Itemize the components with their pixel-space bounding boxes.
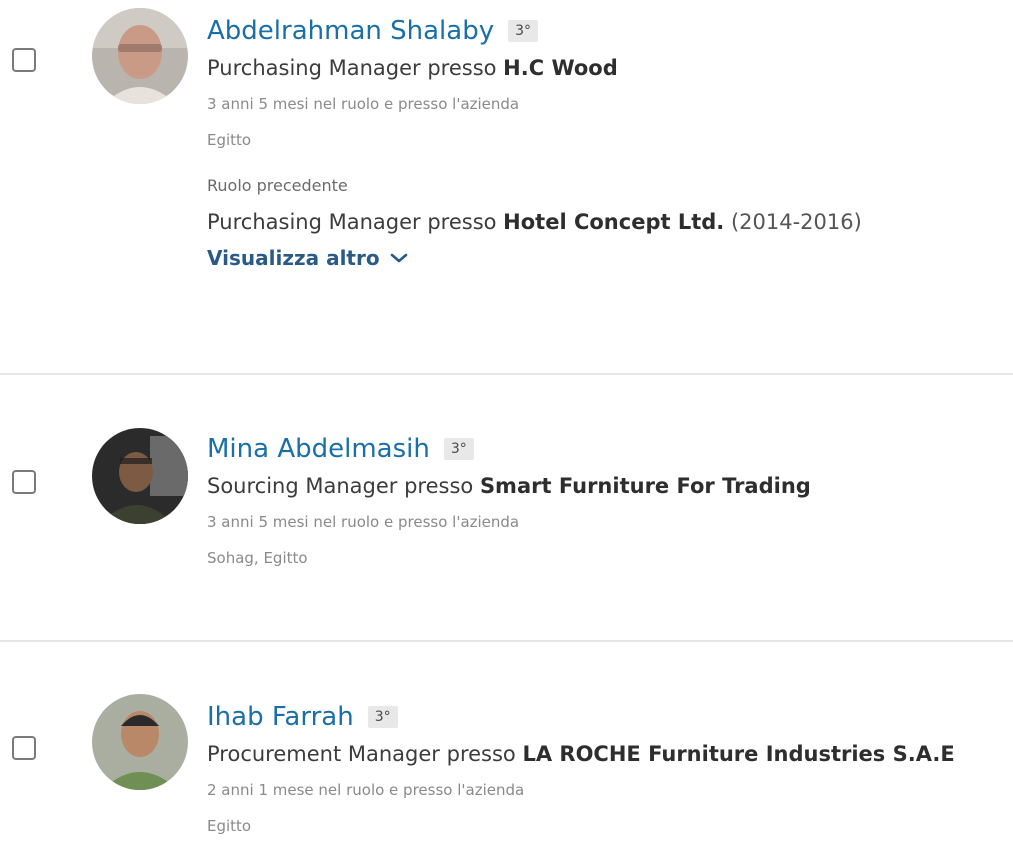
profile-name-link[interactable]: Abdelrahman Shalaby xyxy=(207,16,494,46)
headline: Procurement Manager presso LA ROCHE Furn… xyxy=(207,736,955,772)
show-more-button[interactable]: Visualizza altro xyxy=(207,240,862,276)
result-info: Mina Abdelmasih 3° Sourcing Manager pres… xyxy=(207,430,811,576)
previous-years: (2014-2016) xyxy=(730,210,862,234)
company-name: LA ROCHE Furniture Industries S.A.E xyxy=(522,742,955,766)
result-info: Ihab Farrah 3° Procurement Manager press… xyxy=(207,698,955,844)
presso-text: presso xyxy=(446,742,516,766)
profile-name-link[interactable]: Ihab Farrah xyxy=(207,702,354,732)
tenure-text: 3 anni 5 mesi nel ruolo e presso l'azien… xyxy=(207,95,520,113)
company-name: H.C Wood xyxy=(503,56,618,80)
company-name: Smart Furniture For Trading xyxy=(479,474,811,498)
headline: Purchasing Manager presso H.C Wood xyxy=(207,50,862,86)
previous-role: Purchasing Manager presso Hotel Concept … xyxy=(207,204,862,240)
profile-name-link[interactable]: Mina Abdelmasih xyxy=(207,434,430,464)
presso-text: presso xyxy=(404,474,474,498)
result-divider xyxy=(0,640,1013,642)
previous-company-name: Hotel Concept Ltd. xyxy=(503,210,725,234)
presso-text: presso xyxy=(427,56,497,80)
avatar[interactable] xyxy=(92,8,188,104)
select-checkbox[interactable] xyxy=(12,48,36,72)
show-more-label: Visualizza altro xyxy=(207,246,380,270)
select-checkbox[interactable] xyxy=(12,736,36,760)
headline: Sourcing Manager presso Smart Furniture … xyxy=(207,468,811,504)
result-info: Abdelrahman Shalaby 3° Purchasing Manage… xyxy=(207,12,862,276)
role-title: Sourcing Manager xyxy=(207,474,398,498)
select-checkbox[interactable] xyxy=(12,470,36,494)
connection-degree-badge: 3° xyxy=(508,20,539,42)
previous-role-label: Ruolo precedente xyxy=(207,176,348,195)
tenure-text: 2 anni 1 mese nel ruolo e presso l'azien… xyxy=(207,781,525,799)
tenure-text: 3 anni 5 mesi nel ruolo e presso l'azien… xyxy=(207,513,520,531)
connection-degree-badge: 3° xyxy=(443,438,474,460)
previous-role-title: Purchasing Manager xyxy=(207,210,421,234)
location-text: Sohag, Egitto xyxy=(207,549,308,567)
connection-degree-badge: 3° xyxy=(367,706,398,728)
avatar[interactable] xyxy=(92,694,188,790)
avatar[interactable] xyxy=(92,428,188,524)
result-divider xyxy=(0,373,1013,375)
role-title: Procurement Manager xyxy=(207,742,440,766)
chevron-down-icon xyxy=(390,253,407,263)
location-text: Egitto xyxy=(207,131,252,149)
presso-text: presso xyxy=(427,210,497,234)
role-title: Purchasing Manager xyxy=(207,56,421,80)
location-text: Egitto xyxy=(207,817,252,835)
